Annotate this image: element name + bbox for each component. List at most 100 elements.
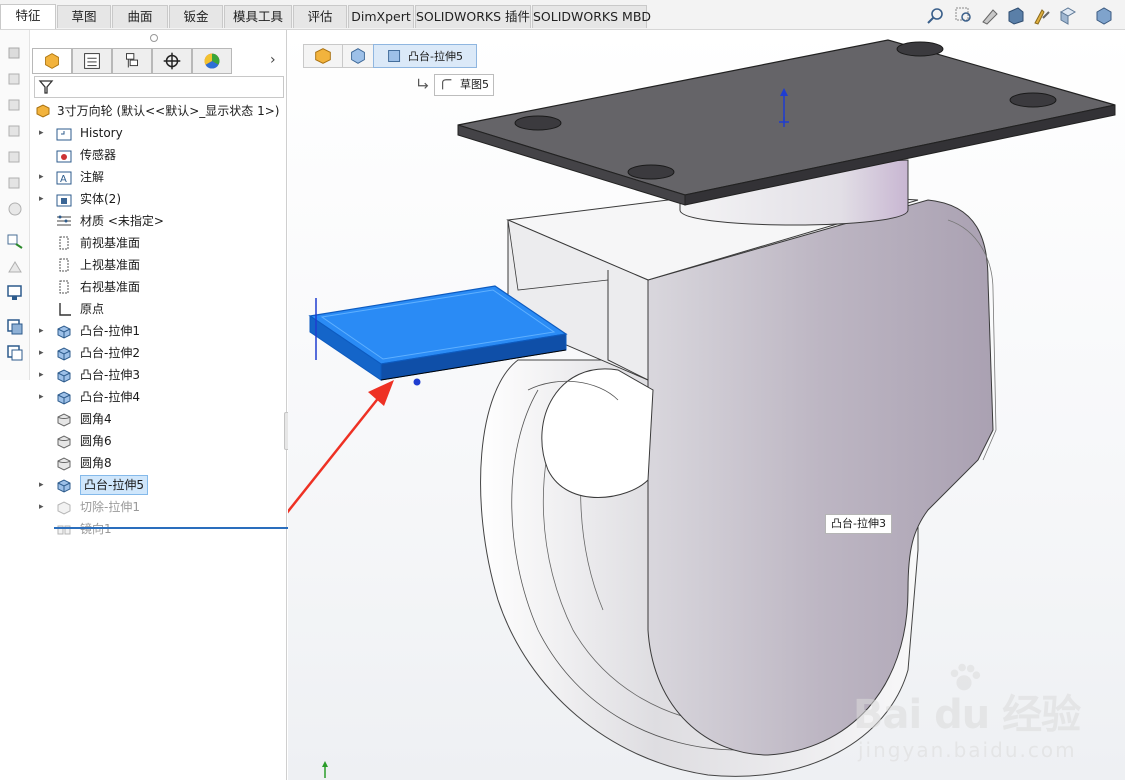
expand-arrow-icon[interactable]: ▸ <box>39 496 47 518</box>
rollback-bar[interactable] <box>54 527 314 529</box>
breadcrumb-part[interactable] <box>303 44 343 68</box>
tab-dimxpert[interactable]: DimXpert <box>348 5 414 28</box>
curves-icon[interactable] <box>6 318 24 336</box>
tab-sketch[interactable]: 草图 <box>57 5 111 28</box>
tab-features[interactable]: 特征 <box>0 4 56 29</box>
expand-arrow-icon[interactable]: ▸ <box>39 386 47 408</box>
annotations-folder-icon: A <box>56 171 72 185</box>
view-orientation-icon[interactable] <box>1058 6 1078 26</box>
linear-pattern-icon[interactable] <box>6 232 24 250</box>
history-folder-icon <box>56 128 72 141</box>
tree-item[interactable]: 圆角6 <box>30 430 287 452</box>
tree-item[interactable]: ▸ 凸台-拉伸5 <box>30 474 287 496</box>
plane-icon <box>59 236 69 250</box>
feature-tree-tab[interactable] <box>32 48 72 74</box>
arrow-down-right-icon <box>418 78 429 89</box>
expand-arrow-icon[interactable]: ▸ <box>39 320 47 342</box>
fillet-feature-icon <box>57 457 71 471</box>
zoom-to-fit-icon[interactable] <box>926 6 946 26</box>
expand-arrow-icon[interactable]: ▸ <box>39 364 47 386</box>
tree-item[interactable]: ▸ 实体(2) <box>30 188 287 210</box>
panel-drag-handle[interactable] <box>150 34 158 42</box>
graphics-area[interactable]: 凸台-拉伸5 草图5 凸台-拉伸3 Bai du 经验 jingyan.baid… <box>288 30 1125 780</box>
tree-item-label: History <box>80 126 123 140</box>
chevron-right-icon[interactable]: › <box>270 52 276 68</box>
red-annotation-arrow <box>288 380 394 514</box>
tree-item-label: 右视基准面 <box>80 280 141 294</box>
tree-item-label: 镜向1 <box>80 522 112 536</box>
baidu-jingyan-watermark: Bai du 经验 jingyan.baidu.com <box>853 658 1123 778</box>
extruded-boss-icon[interactable] <box>6 44 24 62</box>
sensors-folder-icon <box>56 150 72 163</box>
origin-icon <box>59 303 71 316</box>
tree-item-label: 上视基准面 <box>80 258 141 272</box>
sketch-label: 草图5 <box>460 78 489 91</box>
tree-item[interactable]: 圆角4 <box>30 408 287 430</box>
expand-arrow-icon[interactable]: ▸ <box>39 188 47 210</box>
rib-icon[interactable] <box>6 258 24 276</box>
section-view-icon[interactable] <box>1006 6 1026 26</box>
boss-extrude-icon <box>57 325 71 339</box>
expand-arrow-icon[interactable]: ▸ <box>39 474 47 496</box>
swept-boss-icon[interactable] <box>6 96 24 114</box>
fillet-feature-icon <box>57 435 71 449</box>
reference-geometry-icon[interactable] <box>6 284 24 302</box>
sketch-chip[interactable]: 草图5 <box>434 74 494 96</box>
extruded-cut-icon[interactable] <box>6 174 24 192</box>
instant3d-icon[interactable] <box>6 344 24 362</box>
tree-item[interactable]: 传感器 <box>30 144 287 166</box>
tree-root-part[interactable]: 3寸万向轮 (默认<<默认>_显示状态 1>) <box>30 100 287 122</box>
dynamic-annotation-icon[interactable] <box>1032 6 1052 26</box>
tree-item[interactable]: 上视基准面 <box>30 254 287 276</box>
boss-extrude-icon <box>57 479 71 493</box>
tree-item-label: 凸台-拉伸4 <box>80 390 140 404</box>
tab-evaluate[interactable]: 评估 <box>293 5 347 28</box>
plane-icon <box>59 280 69 294</box>
watermark-url: jingyan.baidu.com <box>858 738 1077 762</box>
tree-item[interactable]: ▸ 凸台-拉伸4 <box>30 386 287 408</box>
previous-view-icon[interactable] <box>980 6 1000 26</box>
boundary-boss-icon[interactable] <box>6 148 24 166</box>
tree-item[interactable]: ▸ A 注解 <box>30 166 287 188</box>
tree-item[interactable]: 材质 <未指定> <box>30 210 287 232</box>
breadcrumb-body[interactable] <box>342 44 374 68</box>
fillet-icon[interactable] <box>6 200 24 218</box>
zoom-area-icon[interactable] <box>954 6 974 26</box>
tab-solidworks-addins[interactable]: SOLIDWORKS 插件 <box>415 5 531 28</box>
mounting-hole <box>1009 92 1057 108</box>
display-style-icon[interactable] <box>1094 6 1114 26</box>
tree-item[interactable]: 镜向1 <box>30 518 287 540</box>
configuration-manager-tab[interactable] <box>112 48 152 74</box>
tab-sheet-metal[interactable]: 钣金 <box>169 5 223 28</box>
tree-item[interactable]: ▸ 凸台-拉伸3 <box>30 364 287 386</box>
expand-arrow-icon[interactable]: ▸ <box>39 166 47 188</box>
tree-item[interactable]: ▸ History <box>30 122 287 144</box>
watermark-brand: Bai du 经验 <box>853 692 1081 738</box>
tree-item[interactable]: 圆角8 <box>30 452 287 474</box>
display-manager-icon <box>204 53 220 69</box>
dimxpert-manager-tab[interactable] <box>152 48 192 74</box>
feature-tree-icon <box>45 53 59 69</box>
revolved-boss-icon[interactable] <box>6 70 24 88</box>
property-manager-tab[interactable] <box>72 48 112 74</box>
tree-item[interactable]: ▸ 切除-拉伸1 <box>30 496 287 518</box>
display-manager-tab[interactable] <box>192 48 232 74</box>
mounting-hole <box>514 115 562 131</box>
tree-item[interactable]: ▸ 凸台-拉伸1 <box>30 320 287 342</box>
tab-surfaces[interactable]: 曲面 <box>112 5 168 28</box>
feature-tooltip: 凸台-拉伸3 <box>825 514 892 534</box>
expand-arrow-icon[interactable]: ▸ <box>39 122 47 144</box>
feature-tree-filter[interactable] <box>34 76 284 98</box>
tab-solidworks-mbd[interactable]: SOLIDWORKS MBD <box>532 5 651 28</box>
tree-item[interactable]: ▸ 凸台-拉伸2 <box>30 342 287 364</box>
tab-mold-tools[interactable]: 模具工具 <box>224 5 292 28</box>
tree-item[interactable]: 右视基准面 <box>30 276 287 298</box>
expand-arrow-icon[interactable]: ▸ <box>39 342 47 364</box>
tree-item[interactable]: 前视基准面 <box>30 232 287 254</box>
breadcrumb-feature[interactable]: 凸台-拉伸5 <box>373 44 477 68</box>
tree-item[interactable]: 原点 <box>30 298 287 320</box>
tree-item-label: 凸台-拉伸2 <box>80 346 140 360</box>
tree-item-label: 注解 <box>80 170 105 184</box>
lofted-boss-icon[interactable] <box>6 122 24 140</box>
material-icon <box>57 215 71 226</box>
